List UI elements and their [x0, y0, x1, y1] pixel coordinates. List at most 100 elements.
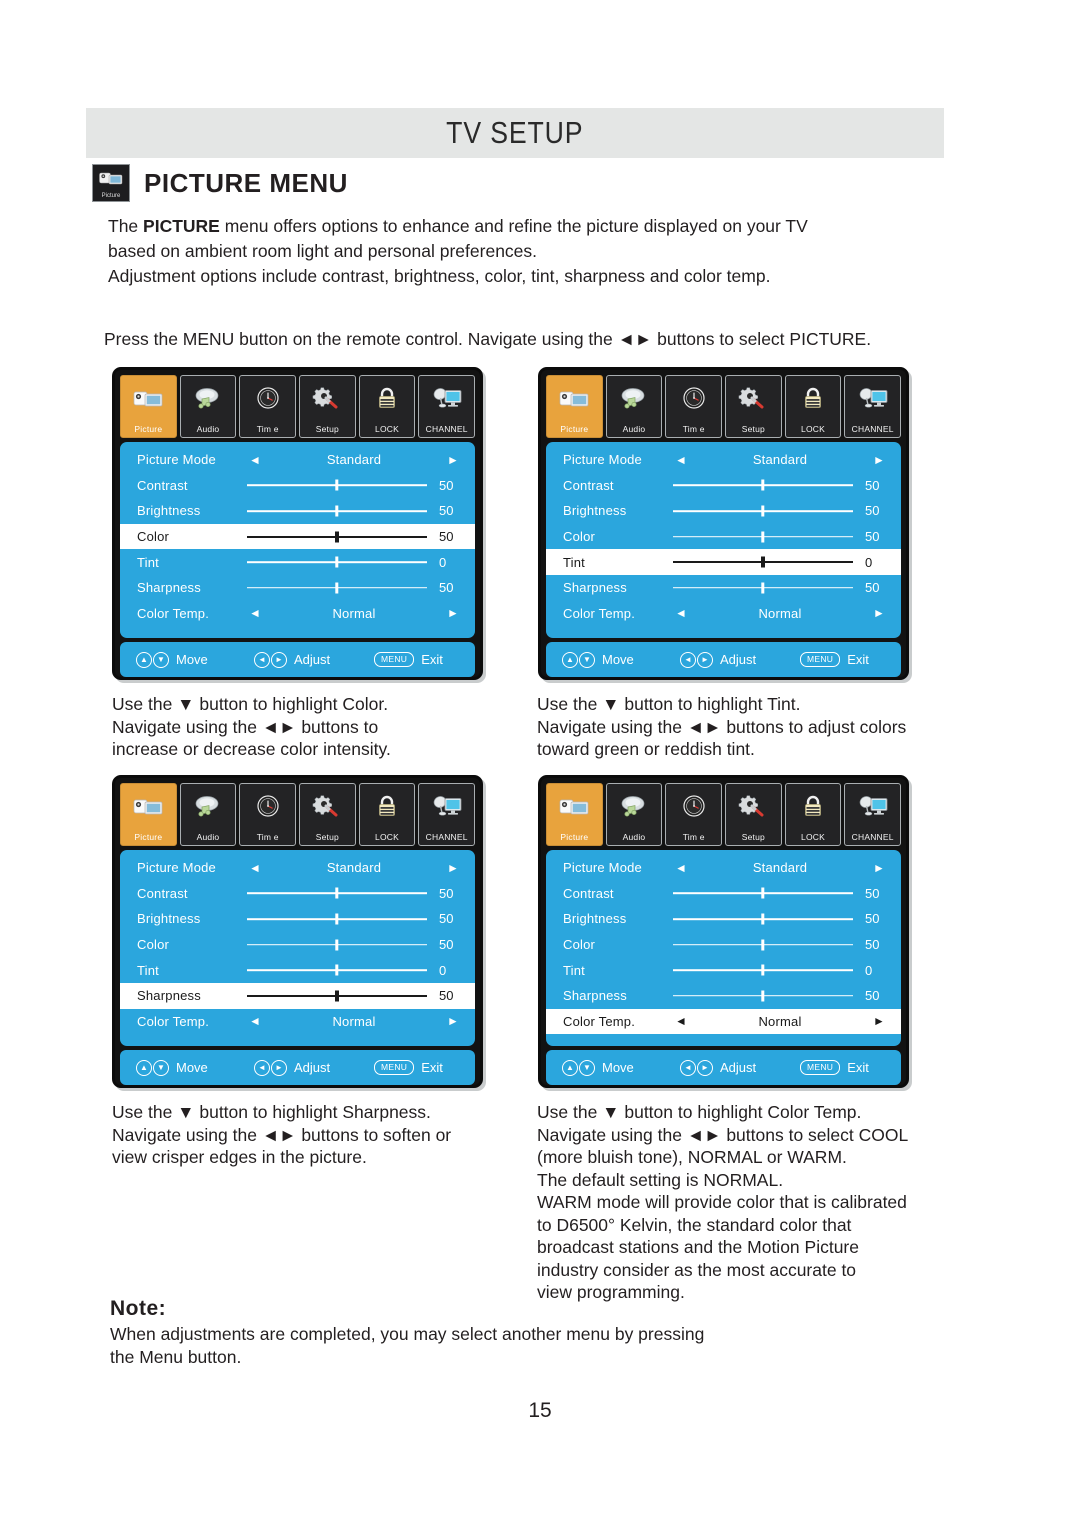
row-picture-mode[interactable]: Picture Mode ◄ Standard ► [546, 447, 901, 473]
tab-channel[interactable]: CHANNEL [418, 375, 476, 438]
tint-slider[interactable]: 0 [247, 555, 475, 570]
menu-key-icon[interactable]: MENU [374, 652, 415, 667]
row-tint[interactable]: Tint 0 [120, 957, 475, 983]
down-arrow-icon[interactable]: ▼ [579, 651, 595, 668]
row-picture-mode[interactable]: Picture Mode ◄ Standard ► [546, 855, 901, 881]
slider-thumb[interactable] [335, 505, 339, 517]
brightness-slider[interactable]: 50 [247, 911, 475, 926]
color-slider[interactable]: 50 [673, 937, 901, 952]
slider-thumb[interactable] [335, 556, 339, 568]
right-arrow-icon[interactable]: ► [871, 862, 887, 874]
tab-audio[interactable]: Audio [605, 783, 663, 846]
tab-setup[interactable]: Setup [299, 375, 356, 438]
slider-thumb[interactable] [335, 582, 339, 594]
slider-thumb[interactable] [335, 479, 339, 491]
tab-channel[interactable]: CHANNEL [418, 783, 476, 846]
tab-picture[interactable]: Picture [120, 783, 177, 846]
contrast-slider[interactable]: 50 [247, 478, 475, 493]
row-tint[interactable]: Tint 0 [546, 549, 901, 575]
slider-thumb[interactable] [335, 939, 339, 951]
row-sharpness[interactable]: Sharpness 50 [120, 982, 475, 1009]
slider-thumb[interactable] [761, 990, 765, 1002]
tab-audio[interactable]: Audio [179, 783, 237, 846]
down-arrow-icon[interactable]: ▼ [153, 1059, 169, 1076]
sharpness-slider[interactable]: 50 [673, 988, 901, 1003]
row-picture-mode[interactable]: Picture Mode ◄ Standard ► [120, 447, 475, 473]
row-brightness[interactable]: Brightness 50 [546, 498, 901, 524]
tab-channel[interactable]: CHANNEL [844, 783, 902, 846]
tab-setup[interactable]: Setup [725, 783, 782, 846]
up-arrow-icon[interactable]: ▲ [562, 651, 578, 668]
row-contrast[interactable]: Contrast 50 [546, 881, 901, 907]
row-contrast[interactable]: Contrast 50 [120, 473, 475, 499]
tab-time[interactable]: Tim e [665, 375, 723, 438]
contrast-slider[interactable]: 50 [673, 478, 901, 493]
row-brightness[interactable]: Brightness 50 [120, 906, 475, 932]
up-arrow-icon[interactable]: ▲ [562, 1059, 578, 1076]
sharpness-slider[interactable]: 50 [673, 580, 901, 595]
left-arrow-icon[interactable]: ◄ [680, 651, 696, 668]
left-arrow-icon[interactable]: ◄ [247, 607, 263, 619]
contrast-slider[interactable]: 50 [673, 886, 901, 901]
tab-time[interactable]: Tim e [239, 375, 297, 438]
row-contrast[interactable]: Contrast 50 [546, 473, 901, 499]
row-picture-mode[interactable]: Picture Mode ◄ Standard ► [120, 855, 475, 881]
color-slider[interactable]: 50 [247, 937, 475, 952]
color-slider[interactable]: 50 [673, 529, 901, 544]
row-tint[interactable]: Tint 0 [546, 957, 901, 983]
sharpness-slider[interactable]: 50 [247, 988, 475, 1003]
slider-thumb[interactable] [335, 990, 339, 1002]
row-color-temp[interactable]: Color Temp. ◄ Normal ► [120, 601, 475, 627]
row-color[interactable]: Color 50 [120, 932, 475, 958]
right-arrow-icon[interactable]: ► [271, 1059, 287, 1076]
row-sharpness[interactable]: Sharpness 50 [546, 575, 901, 601]
slider-thumb[interactable] [335, 964, 339, 976]
contrast-slider[interactable]: 50 [247, 886, 475, 901]
left-arrow-icon[interactable]: ◄ [247, 454, 263, 466]
slider-thumb[interactable] [761, 556, 765, 568]
left-arrow-icon[interactable]: ◄ [254, 1059, 270, 1076]
tab-channel[interactable]: CHANNEL [844, 375, 902, 438]
row-color[interactable]: Color 50 [546, 932, 901, 958]
right-arrow-icon[interactable]: ► [697, 1059, 713, 1076]
menu-key-icon[interactable]: MENU [800, 1060, 841, 1075]
brightness-slider[interactable]: 50 [247, 503, 475, 518]
slider-thumb[interactable] [761, 964, 765, 976]
slider-thumb[interactable] [335, 887, 339, 899]
brightness-slider[interactable]: 50 [673, 503, 901, 518]
right-arrow-icon[interactable]: ► [445, 1015, 461, 1027]
slider-thumb[interactable] [761, 939, 765, 951]
left-arrow-icon[interactable]: ◄ [673, 1015, 689, 1027]
slider-thumb[interactable] [761, 505, 765, 517]
slider-thumb[interactable] [761, 913, 765, 925]
row-color[interactable]: Color 50 [120, 523, 475, 550]
tab-picture[interactable]: Picture [546, 783, 603, 846]
slider-thumb[interactable] [761, 887, 765, 899]
left-arrow-icon[interactable]: ◄ [247, 1015, 263, 1027]
left-arrow-icon[interactable]: ◄ [254, 651, 270, 668]
down-arrow-icon[interactable]: ▼ [153, 651, 169, 668]
row-sharpness[interactable]: Sharpness 50 [120, 575, 475, 601]
right-arrow-icon[interactable]: ► [445, 607, 461, 619]
row-color-temp[interactable]: Color Temp. ◄ Normal ► [120, 1009, 475, 1035]
up-arrow-icon[interactable]: ▲ [136, 651, 152, 668]
row-brightness[interactable]: Brightness 50 [120, 498, 475, 524]
right-arrow-icon[interactable]: ► [445, 454, 461, 466]
sharpness-slider[interactable]: 50 [247, 580, 475, 595]
right-arrow-icon[interactable]: ► [697, 651, 713, 668]
slider-thumb[interactable] [761, 531, 765, 543]
tab-lock[interactable]: LOCK [784, 375, 842, 438]
slider-thumb[interactable] [761, 479, 765, 491]
left-arrow-icon[interactable]: ◄ [680, 1059, 696, 1076]
row-color[interactable]: Color 50 [546, 524, 901, 550]
left-arrow-icon[interactable]: ◄ [673, 607, 689, 619]
brightness-slider[interactable]: 50 [673, 911, 901, 926]
tab-time[interactable]: Tim e [665, 783, 723, 846]
row-contrast[interactable]: Contrast 50 [120, 881, 475, 907]
slider-thumb[interactable] [335, 913, 339, 925]
right-arrow-icon[interactable]: ► [271, 651, 287, 668]
left-arrow-icon[interactable]: ◄ [673, 454, 689, 466]
right-arrow-icon[interactable]: ► [871, 1015, 887, 1027]
tab-audio[interactable]: Audio [605, 375, 663, 438]
tint-slider[interactable]: 0 [673, 963, 901, 978]
